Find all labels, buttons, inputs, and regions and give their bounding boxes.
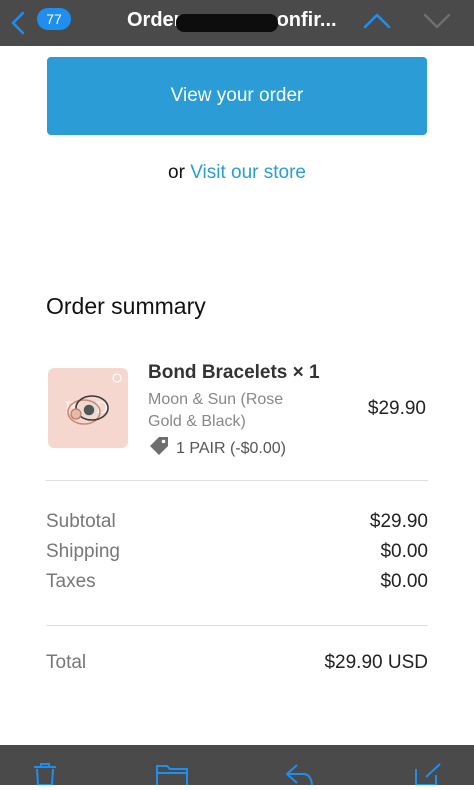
reply-icon[interactable] [283,763,315,790]
redaction-mark [176,14,278,32]
divider [46,625,428,626]
shipping-value: $0.00 [380,541,428,562]
view-order-button[interactable]: View your order [47,57,427,135]
discount-tag-icon [148,435,170,462]
total-row: Total $29.90 USD [46,652,428,680]
taxes-row: Taxes $0.00 [46,571,428,599]
back-chevron-icon[interactable] [8,10,28,41]
product-name: Bond Bracelets × 1 [148,362,320,383]
unread-count-badge[interactable]: 77 [37,8,71,30]
taxes-label: Taxes [46,571,96,592]
previous-message-icon[interactable] [362,11,392,36]
subtotal-value: $29.90 [369,511,428,532]
discount-text: 1 PAIR (-$0.00) [176,439,286,457]
compose-icon[interactable] [414,763,444,790]
product-price: $29.90 [367,398,426,419]
next-message-icon[interactable] [422,11,452,36]
taxes-value: $0.00 [380,571,428,592]
total-value: $29.90 USD [324,652,428,673]
or-text: or [168,162,185,183]
subtotal-row: Subtotal $29.90 [46,511,428,539]
order-summary-heading: Order summary [46,293,206,319]
shipping-label: Shipping [46,541,120,562]
total-label: Total [46,652,87,673]
product-variant: Moon & Sun (Rose Gold & Black) [148,391,284,430]
trash-icon[interactable] [30,763,60,790]
mail-top-bar: 77 Order confir... [0,0,474,46]
visit-store-link[interactable]: Visit our store [190,162,306,183]
subject-start: Order [127,9,182,31]
mail-bottom-toolbar [0,745,474,786]
visit-store-line: or Visit our store [0,162,474,184]
discount-line: 1 PAIR (-$0.00) [148,435,286,462]
shipping-row: Shipping $0.00 [46,541,428,569]
divider [46,480,428,481]
bracelet-product-image: B D [48,368,128,448]
subtotal-label: Subtotal [46,511,116,532]
folder-icon[interactable] [155,763,189,790]
